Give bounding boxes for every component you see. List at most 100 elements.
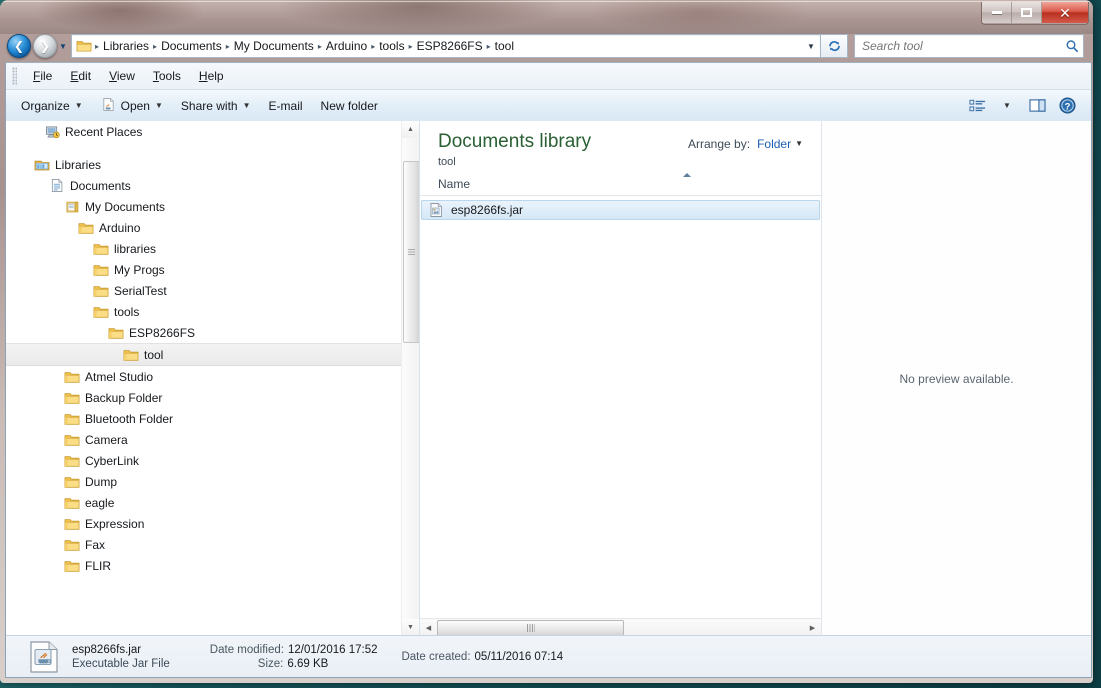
documents-library-icon: [49, 178, 65, 194]
search-icon[interactable]: [1061, 39, 1083, 53]
minimize-button[interactable]: [982, 2, 1012, 23]
arrange-by-label: Arrange by:: [688, 137, 751, 151]
new-folder-label: New folder: [320, 98, 378, 113]
triangle-down-icon: ▼: [407, 624, 414, 631]
sidebar-item-eagle[interactable]: eagle: [6, 492, 402, 513]
breadcrumb-item-arduino[interactable]: Arduino: [323, 37, 370, 55]
preview-pane-button[interactable]: [1023, 94, 1051, 118]
search-box[interactable]: [854, 34, 1084, 58]
hscroll-track[interactable]: [437, 619, 804, 637]
sidebar-item-label: SerialTest: [114, 283, 167, 298]
details-date-created-line: Date created: 05/11/2016 07:14: [401, 651, 563, 663]
sidebar-item-arduino[interactable]: Arduino: [6, 217, 402, 238]
sidebar-item-fax[interactable]: Fax: [6, 534, 402, 555]
scroll-left-button[interactable]: ◀: [420, 620, 437, 636]
scroll-right-button[interactable]: ▶: [804, 620, 821, 636]
address-dropdown-button[interactable]: ▼: [802, 36, 820, 56]
help-icon: ?: [1058, 97, 1076, 114]
scrollbar-thumb[interactable]: [403, 161, 419, 343]
share-with-label: Share with: [180, 98, 238, 113]
refresh-icon: [828, 41, 840, 52]
sidebar-item-expression[interactable]: Expression: [6, 513, 402, 534]
breadcrumb-item-libraries[interactable]: Libraries: [100, 37, 152, 55]
sidebar-item-backup-folder[interactable]: Backup Folder: [6, 387, 402, 408]
change-view-button[interactable]: [963, 94, 991, 118]
my-documents-icon: [64, 199, 80, 215]
sidebar-item-my-progs[interactable]: My Progs: [6, 259, 402, 280]
sidebar-item-my-documents[interactable]: My Documents: [6, 196, 402, 217]
sidebar-item-serialtest[interactable]: SerialTest: [6, 280, 402, 301]
arrow-right-icon: ❯: [39, 39, 51, 53]
breadcrumb-item-tool[interactable]: tool: [492, 37, 517, 55]
sidebar-item-label: tool: [144, 347, 164, 362]
open-label: Open: [120, 98, 150, 113]
menu-gripper[interactable]: [12, 67, 17, 85]
file-row-esp8266fs[interactable]: esp8266fs.jar: [421, 200, 820, 220]
forward-button[interactable]: ❯: [33, 34, 57, 58]
hscrollbar-thumb[interactable]: [437, 619, 624, 637]
sidebar-item-label: Camera: [85, 432, 128, 447]
sidebar-item-camera[interactable]: Camera: [6, 429, 402, 450]
sidebar-item-esp8266fs[interactable]: ESP8266FS: [6, 322, 402, 343]
navigation-pane-scrollbar[interactable]: ▲ ▼: [401, 121, 419, 636]
share-with-button[interactable]: Share with ▼: [172, 94, 260, 118]
refresh-button[interactable]: [821, 34, 848, 58]
search-input[interactable]: [855, 38, 1061, 54]
sidebar-item-dump[interactable]: Dump: [6, 471, 402, 492]
breadcrumb-item-tools[interactable]: tools: [376, 37, 407, 55]
breadcrumb-item-my-documents[interactable]: My Documents: [231, 37, 317, 55]
column-header-name[interactable]: Name: [438, 177, 470, 191]
sidebar-item-flir[interactable]: FLIR: [6, 555, 402, 576]
history-dropdown-button[interactable]: ▼: [57, 35, 69, 57]
folder-icon: [76, 39, 92, 53]
help-button[interactable]: ?: [1053, 94, 1081, 118]
sidebar-item-label: Expression: [85, 516, 145, 531]
folder-icon: [64, 453, 80, 469]
new-folder-button[interactable]: New folder: [312, 94, 387, 118]
back-button[interactable]: ❮: [7, 34, 31, 58]
details-created-column: Date created: 05/11/2016 07:14: [401, 640, 563, 674]
sidebar-item-tools[interactable]: tools: [6, 301, 402, 322]
open-button[interactable]: Open ▼: [92, 94, 172, 118]
scroll-down-button[interactable]: ▼: [402, 619, 419, 636]
sidebar-item-label: Arduino: [99, 220, 141, 235]
menu-edit[interactable]: Edit: [61, 66, 100, 86]
sidebar-item-atmel-studio[interactable]: Atmel Studio: [6, 366, 402, 387]
arrange-by-value[interactable]: Folder ▼: [757, 137, 803, 151]
details-size-line: Size: 6.69 KB: [210, 658, 378, 670]
triangle-up-icon: ▲: [407, 126, 414, 133]
close-button[interactable]: ✕: [1042, 2, 1088, 23]
breadcrumb-item-documents[interactable]: Documents: [158, 37, 225, 55]
breadcrumb-bar[interactable]: ▸ Libraries ▸ Documents ▸ My Documents ▸…: [71, 34, 821, 58]
title-bar[interactable]: [0, 0, 1093, 34]
file-list-hscrollbar[interactable]: ◀ ▶: [420, 618, 821, 637]
arrow-left-icon: ❮: [13, 39, 25, 53]
sidebar-item-tool[interactable]: tool: [6, 343, 402, 366]
view-dropdown-button[interactable]: ▼: [993, 94, 1021, 118]
arrange-by-control[interactable]: Arrange by: Folder ▼: [688, 131, 821, 173]
sidebar-item-libraries[interactable]: Libraries: [6, 154, 402, 175]
sidebar-item-label: tools: [114, 304, 140, 319]
email-button[interactable]: E-mail: [260, 94, 312, 118]
scroll-up-button[interactable]: ▲: [402, 121, 419, 138]
sidebar-item-label: Dump: [85, 474, 118, 489]
folder-icon: [93, 241, 109, 257]
libraries-icon: [34, 157, 50, 173]
menu-file[interactable]: File: [24, 66, 61, 86]
chevron-down-icon: ▼: [154, 100, 163, 110]
sidebar-item-libraries-folder[interactable]: libraries: [6, 238, 402, 259]
sidebar-item-cyberlink[interactable]: CyberLink: [6, 450, 402, 471]
menu-view[interactable]: View: [100, 66, 144, 86]
sidebar-item-bluetooth-folder[interactable]: Bluetooth Folder: [6, 408, 402, 429]
menu-help[interactable]: Help: [190, 66, 233, 86]
details-file-name-line: esp8266fs.jar: [72, 644, 170, 656]
breadcrumb-item-esp8266fs[interactable]: ESP8266FS: [414, 37, 486, 55]
sidebar-item-label: Fax: [85, 537, 106, 552]
menu-tools[interactable]: Tools: [144, 66, 190, 86]
sidebar-item-documents[interactable]: Documents: [6, 175, 402, 196]
organize-button[interactable]: Organize ▼: [12, 94, 92, 118]
sidebar-item-recent-places[interactable]: Recent Places: [6, 121, 402, 142]
file-list-body[interactable]: esp8266fs.jar: [420, 196, 821, 618]
maximize-button[interactable]: [1012, 2, 1042, 23]
